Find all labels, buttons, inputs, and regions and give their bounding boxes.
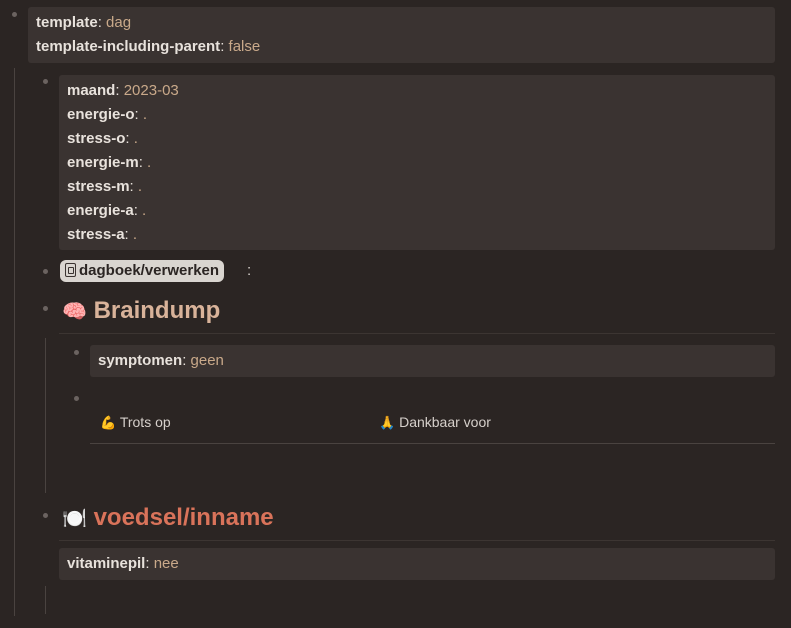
property-template-including-parent: template-including-parent: false bbox=[36, 38, 261, 55]
block-guide-line bbox=[14, 68, 15, 616]
property-template: template: dag bbox=[36, 14, 132, 31]
page-ref-suffix: : bbox=[247, 262, 252, 279]
block-bullet[interactable] bbox=[12, 12, 17, 17]
property-key: stress-m bbox=[67, 178, 130, 195]
heading-divider bbox=[59, 540, 775, 541]
voedsel-heading[interactable]: 🍽️ voedsel/inname bbox=[62, 504, 274, 532]
block-bullet[interactable] bbox=[43, 269, 48, 274]
property-value: . bbox=[142, 202, 147, 219]
page-ref-label: dagboek/verwerken bbox=[79, 262, 220, 279]
property-key: template-including-parent bbox=[36, 38, 221, 55]
column-label: Dankbaar voor bbox=[399, 414, 491, 430]
property-stress-m: stress-m: . bbox=[67, 178, 143, 195]
block-bullet[interactable] bbox=[43, 513, 48, 518]
vitaminepil-properties[interactable]: vitaminepil: nee bbox=[59, 548, 775, 580]
brain-icon: 🧠 bbox=[62, 299, 87, 323]
journal-icon bbox=[65, 263, 76, 277]
property-key: vitaminepil bbox=[67, 555, 146, 572]
property-energie-m: energie-m: . bbox=[67, 154, 152, 171]
page-ref-dagboek-verwerken[interactable]: dagboek/verwerken bbox=[60, 260, 225, 282]
property-value: nee bbox=[153, 555, 179, 572]
block-guide-line bbox=[45, 586, 46, 614]
voedsel-title: voedsel/inname bbox=[93, 504, 274, 531]
property-maand: maand: 2023-03 bbox=[67, 82, 179, 99]
flexed-biceps-icon: 💪 bbox=[100, 416, 117, 431]
property-key: template bbox=[36, 14, 98, 31]
column-label: Trots op bbox=[119, 414, 171, 430]
property-value: . bbox=[137, 178, 143, 195]
block-bullet[interactable] bbox=[43, 79, 48, 84]
column-trots-op[interactable]: 💪 Trots op bbox=[100, 414, 171, 431]
day-properties[interactable]: maand: 2023-03 energie-o: . stress-o: . … bbox=[59, 75, 775, 250]
property-key: energie-o bbox=[67, 106, 135, 123]
property-key: stress-a bbox=[67, 226, 125, 243]
property-key: stress-o bbox=[67, 130, 126, 147]
property-value: . bbox=[147, 154, 152, 171]
property-stress-o: stress-o: . bbox=[67, 130, 138, 147]
braindump-title: Braindump bbox=[93, 297, 221, 324]
property-value: . bbox=[133, 130, 138, 147]
heading-divider bbox=[59, 333, 775, 334]
property-energie-o: energie-o: . bbox=[67, 106, 148, 123]
property-key: maand bbox=[67, 82, 116, 99]
property-key: energie-a bbox=[67, 202, 134, 219]
symptomen-properties[interactable]: symptomen: geen bbox=[90, 345, 775, 377]
property-value: geen bbox=[190, 352, 224, 369]
property-key: symptomen bbox=[98, 352, 183, 369]
block-bullet[interactable] bbox=[74, 350, 79, 355]
block-bullet[interactable] bbox=[74, 396, 79, 401]
block-guide-line bbox=[45, 338, 46, 493]
property-value: dag bbox=[106, 14, 132, 31]
property-value: . bbox=[142, 106, 148, 123]
property-value: . bbox=[132, 226, 138, 243]
property-symptomen: symptomen: geen bbox=[98, 352, 224, 369]
folded-hands-icon: 🙏 bbox=[379, 416, 396, 431]
property-energie-a: energie-a: . bbox=[67, 202, 147, 219]
block-bullet[interactable] bbox=[43, 306, 48, 311]
columns-divider bbox=[90, 443, 775, 444]
property-stress-a: stress-a: . bbox=[67, 226, 138, 243]
property-value: false bbox=[228, 38, 261, 55]
column-dankbaar-voor[interactable]: 🙏 Dankbaar voor bbox=[379, 414, 491, 431]
page-properties[interactable]: template: dag template-including-parent:… bbox=[28, 7, 775, 63]
property-vitaminepil: vitaminepil: nee bbox=[67, 555, 179, 572]
property-key: energie-m bbox=[67, 154, 139, 171]
property-value: 2023-03 bbox=[123, 82, 179, 99]
plate-icon: 🍽️ bbox=[62, 506, 87, 530]
braindump-heading[interactable]: 🧠 Braindump bbox=[62, 297, 220, 325]
